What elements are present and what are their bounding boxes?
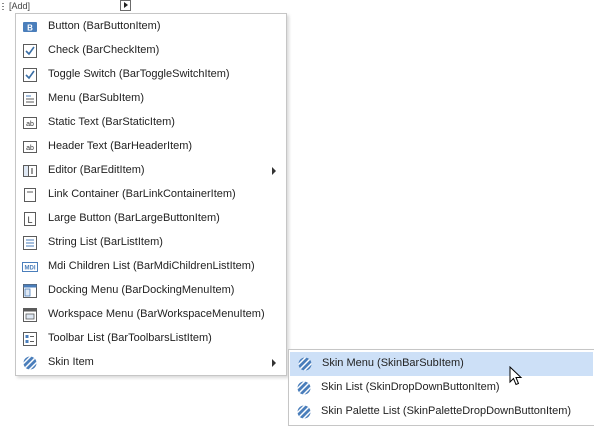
workspace-menu-icon [22, 307, 38, 323]
menu-item-link-container[interactable]: Link Container (BarLinkContainerItem) [16, 183, 286, 207]
menu-item-label: Button (BarButtonItem) [48, 20, 161, 32]
skin-icon [296, 380, 312, 396]
submenu-item-skin-palette-list[interactable]: Skin Palette List (SkinPaletteDropDownBu… [289, 400, 594, 424]
menu-item-docking-menu[interactable]: Docking Menu (BarDockingMenuItem) [16, 279, 286, 303]
mdi-list-icon-text: MDI [25, 266, 36, 272]
string-list-icon [22, 235, 38, 251]
designer-toolbar: [Add] [0, 0, 140, 14]
menu-item-label: Large Button (BarLargeButtonItem) [48, 212, 220, 224]
link-container-icon [22, 187, 38, 203]
skin-submenu: Skin Menu (SkinBarSubItem) Skin List (Sk… [288, 349, 594, 426]
menu-item-mdi-children-list[interactable]: MDI Mdi Children List (BarMdiChildrenLis… [16, 255, 286, 279]
large-button-icon-text: L [27, 215, 32, 225]
menu-item-label: Header Text (BarHeaderItem) [48, 140, 193, 152]
skin-icon [296, 404, 312, 420]
menu-item-label: String List (BarListItem) [48, 236, 163, 248]
menu-item-check[interactable]: Check (BarCheckItem) [16, 39, 286, 63]
menu-item-button[interactable]: B Button (BarButtonItem) [16, 15, 286, 39]
add-item-label[interactable]: [Add] [9, 1, 30, 11]
button-icon: B [22, 19, 38, 35]
button-icon-text: B [27, 24, 33, 33]
header-text-icon-text: ab [26, 145, 34, 152]
menu-item-label: Link Container (BarLinkContainerItem) [48, 188, 236, 200]
menu-item-label: Docking Menu (BarDockingMenuItem) [48, 284, 235, 296]
static-text-icon-text: ab [26, 121, 34, 128]
static-text-icon: ab [22, 115, 38, 131]
submenu-item-skin-list[interactable]: Skin List (SkinDropDownButtonItem) [289, 376, 594, 400]
submenu-arrow-icon [272, 167, 276, 175]
large-button-icon: L [22, 211, 38, 227]
menu-item-toolbar-list[interactable]: Toolbar List (BarToolbarsListItem) [16, 327, 286, 351]
menu-item-label: Skin Item [48, 356, 94, 368]
submenu-arrow-icon [272, 359, 276, 367]
submenu-item-label: Skin Palette List (SkinPaletteDropDownBu… [321, 405, 572, 417]
submenu-item-skin-menu[interactable]: Skin Menu (SkinBarSubItem) [290, 352, 593, 376]
menu-item-label: Editor (BarEditItem) [48, 164, 145, 176]
menu-item-menu[interactable]: Menu (BarSubItem) [16, 87, 286, 111]
menu-item-string-list[interactable]: String List (BarListItem) [16, 231, 286, 255]
menu-item-label: Toolbar List (BarToolbarsListItem) [48, 332, 212, 344]
toolbar-list-icon [22, 331, 38, 347]
toolbar-grip[interactable] [2, 3, 4, 12]
check-icon [22, 43, 38, 59]
menu-item-label: Mdi Children List (BarMdiChildrenListIte… [48, 260, 255, 272]
menu-item-header-text[interactable]: ab Header Text (BarHeaderItem) [16, 135, 286, 159]
menu-item-editor[interactable]: Editor (BarEditItem) [16, 159, 286, 183]
mouse-pointer-icon [509, 366, 523, 386]
menu-icon [22, 91, 38, 107]
submenu-item-label: Skin List (SkinDropDownButtonItem) [321, 381, 500, 393]
menu-item-workspace-menu[interactable]: Workspace Menu (BarWorkspaceMenuItem) [16, 303, 286, 327]
menu-item-label: Workspace Menu (BarWorkspaceMenuItem) [48, 308, 265, 320]
menu-item-skin-item[interactable]: Skin Item [16, 351, 286, 375]
editor-icon [22, 163, 38, 179]
expand-arrow-icon[interactable] [120, 0, 131, 11]
toggle-check-icon [22, 67, 38, 83]
mdi-list-icon: MDI [22, 259, 38, 275]
menu-item-static-text[interactable]: ab Static Text (BarStaticItem) [16, 111, 286, 135]
menu-item-label: Check (BarCheckItem) [48, 44, 160, 56]
header-text-icon: ab [22, 139, 38, 155]
submenu-item-label: Skin Menu (SkinBarSubItem) [322, 357, 464, 369]
menu-item-large-button[interactable]: L Large Button (BarLargeButtonItem) [16, 207, 286, 231]
docking-menu-icon [22, 283, 38, 299]
menu-item-label: Menu (BarSubItem) [48, 92, 144, 104]
menu-item-toggle-switch[interactable]: Toggle Switch (BarToggleSwitchItem) [16, 63, 286, 87]
menu-item-label: Static Text (BarStaticItem) [48, 116, 175, 128]
add-item-menu: B Button (BarButtonItem) Check (BarCheck… [15, 13, 287, 376]
skin-icon [22, 355, 38, 371]
menu-item-label: Toggle Switch (BarToggleSwitchItem) [48, 68, 230, 80]
skin-icon [297, 356, 313, 372]
